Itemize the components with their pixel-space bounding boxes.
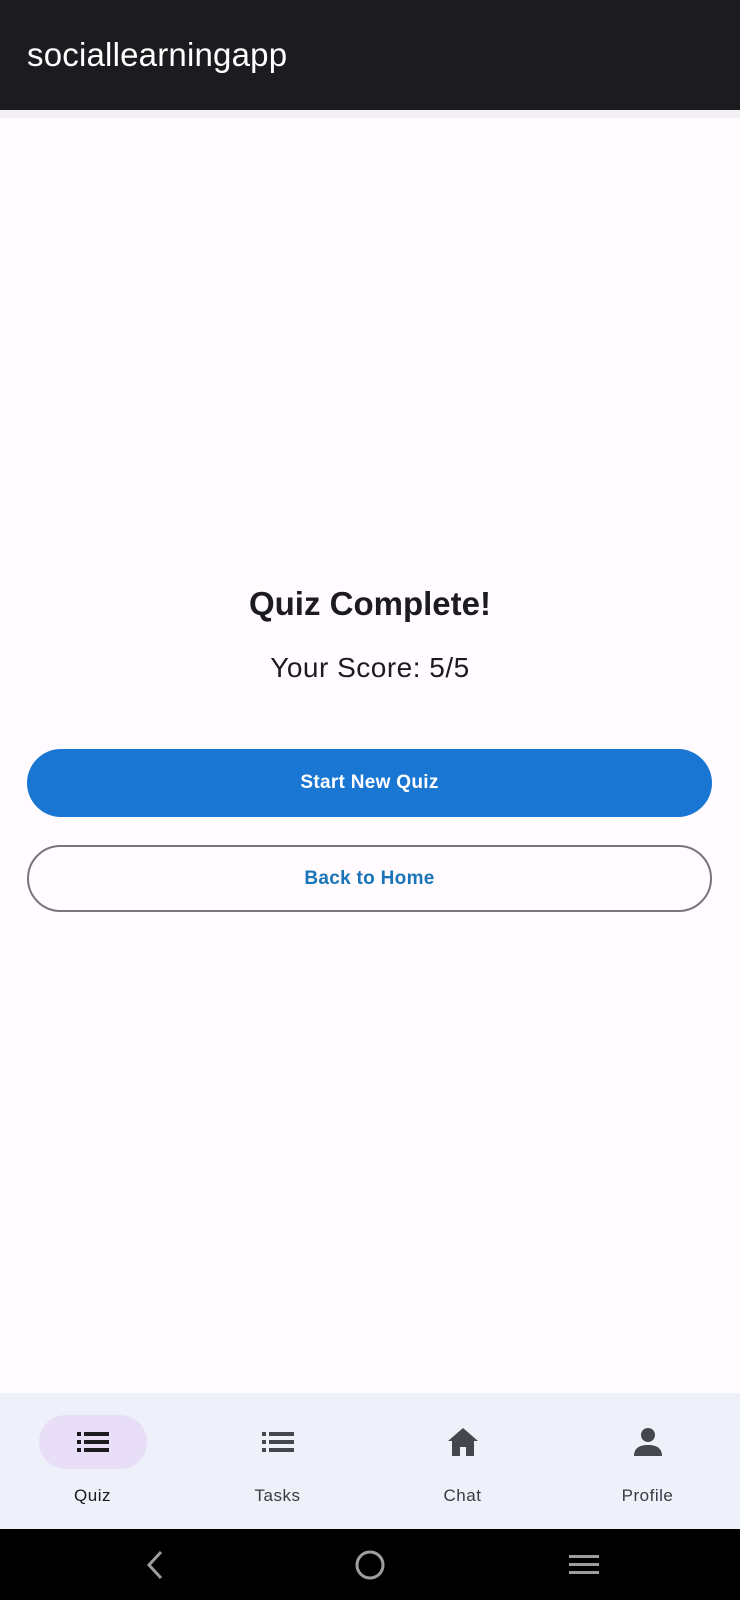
bottom-navigation-bar: Quiz Tasks Chat Profile	[0, 1393, 740, 1529]
person-icon	[633, 1428, 662, 1456]
list-icon	[261, 1432, 294, 1452]
nav-item-profile[interactable]: Profile	[555, 1393, 740, 1529]
system-home-button[interactable]	[330, 1529, 410, 1600]
nav-item-tasks[interactable]: Tasks	[185, 1393, 370, 1529]
recents-icon	[569, 1554, 599, 1574]
app-bar: sociallearningapp	[0, 0, 740, 110]
nav-label-profile: Profile	[621, 1486, 674, 1505]
score-text: Your Score: 5/5	[270, 652, 470, 683]
nav-item-quiz[interactable]: Quiz	[0, 1393, 185, 1529]
back-to-home-button[interactable]: Back to Home	[27, 845, 712, 912]
system-recents-button[interactable]	[544, 1529, 624, 1600]
back-icon	[146, 1550, 163, 1579]
list-icon	[76, 1432, 109, 1452]
nav-label-quiz: Quiz	[74, 1486, 111, 1505]
nav-label-chat: Chat	[443, 1486, 482, 1505]
app-title: sociallearningapp	[27, 36, 288, 73]
nav-item-chat[interactable]: Chat	[370, 1393, 555, 1529]
system-navigation-bar	[0, 1529, 740, 1600]
home-icon	[447, 1428, 478, 1456]
home-circle-icon	[355, 1550, 385, 1579]
nav-icon-container	[224, 1415, 332, 1469]
nav-label-tasks: Tasks	[254, 1486, 301, 1505]
app-bar-shadow	[0, 110, 740, 118]
quiz-complete-heading: Quiz Complete!	[248, 585, 491, 622]
start-new-quiz-button[interactable]: Start New Quiz	[27, 749, 712, 817]
nav-active-indicator	[38, 1415, 147, 1469]
nav-icon-container	[409, 1415, 517, 1469]
nav-icon-container	[594, 1415, 702, 1469]
system-back-button[interactable]	[116, 1529, 196, 1600]
